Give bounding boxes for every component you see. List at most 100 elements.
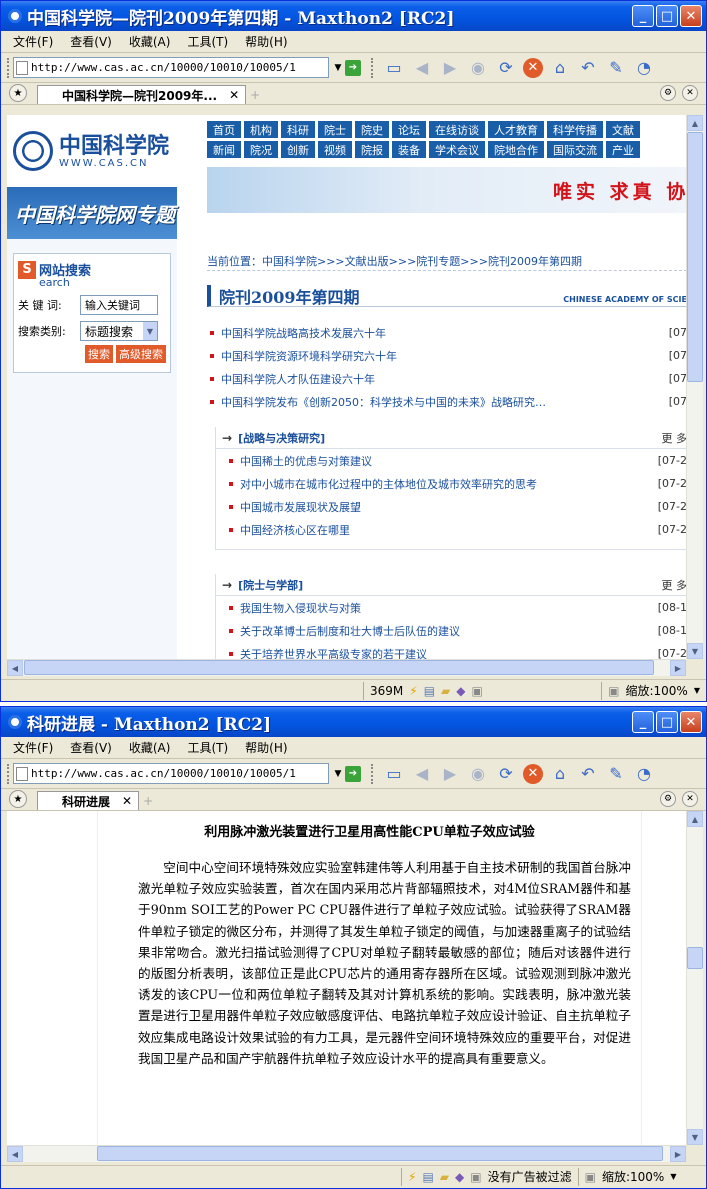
scroll-left-icon[interactable]: ◀ <box>7 1146 23 1162</box>
back-icon[interactable]: ◀ <box>411 57 433 79</box>
menu-help[interactable]: 帮助(H) <box>245 33 287 50</box>
forward-icon[interactable]: ▶ <box>439 763 461 785</box>
list-item[interactable]: 中国城市发展现状及展望 [07-2 <box>216 495 686 518</box>
history-icon[interactable]: ◉ <box>467 57 489 79</box>
scroll-right-icon[interactable]: ▶ <box>670 660 686 676</box>
more-link[interactable]: 更 多 <box>662 577 687 593</box>
nav-link[interactable]: 装备 <box>392 141 426 158</box>
category-select[interactable]: 标题搜索 ▼ <box>80 321 158 341</box>
nav-link[interactable]: 论坛 <box>392 121 426 138</box>
title-bar[interactable]: 中国科学院—院刊2009年第四期 - Maxthon2 [RC2] _ □ ✕ <box>1 1 706 31</box>
vertical-scrollbar[interactable]: ▲ ▼ <box>686 115 703 659</box>
nav-link[interactable]: 机构 <box>244 121 278 138</box>
nav-link[interactable]: 首页 <box>207 121 241 138</box>
advanced-search-button[interactable]: 高级搜索 <box>116 345 166 363</box>
maximize-button[interactable]: □ <box>656 711 678 733</box>
item-title[interactable]: 中国科学院战略高技术发展六十年 <box>221 325 386 341</box>
new-tab-icon[interactable]: + <box>143 794 153 808</box>
horizontal-scrollbar[interactable]: ◀ ▶ <box>7 1145 686 1162</box>
keyword-input[interactable]: 输入关键词 <box>80 295 158 315</box>
undo-close-icon[interactable]: ↶ <box>577 763 599 785</box>
item-title[interactable]: 中国稀土的优虑与对策建议 <box>240 453 372 469</box>
toolbar-grip[interactable] <box>7 57 10 78</box>
folder-icon[interactable]: ▰ <box>440 1170 449 1184</box>
scroll-thumb[interactable] <box>687 947 703 969</box>
item-title[interactable]: 中国科学院发布《创新2050：科学技术与中国的未来》战略研究… <box>221 394 546 410</box>
lightning-icon[interactable]: ⚡ <box>408 1170 416 1184</box>
scroll-up-icon[interactable]: ▲ <box>687 115 703 131</box>
minimize-button[interactable]: _ <box>632 711 654 733</box>
scroll-thumb[interactable] <box>687 132 703 382</box>
menu-tools[interactable]: 工具(T) <box>187 739 228 756</box>
clock-icon[interactable]: ◔ <box>633 57 655 79</box>
menu-file[interactable]: 文件(F) <box>13 739 53 756</box>
menu-view[interactable]: 查看(V) <box>70 739 112 756</box>
adblock-icon[interactable]: ▣ <box>470 1170 481 1184</box>
home-icon[interactable]: ⌂ <box>549 763 571 785</box>
scroll-thumb[interactable] <box>24 660 654 675</box>
list-item[interactable]: 中国经济核心区在哪里 [07-2 <box>216 518 686 541</box>
nav-link[interactable]: 新闻 <box>207 141 241 158</box>
menu-file[interactable]: 文件(F) <box>13 33 53 50</box>
lightning-icon[interactable]: ⚡ <box>409 684 417 698</box>
toolbar-grip[interactable] <box>371 57 374 78</box>
chevron-down-icon[interactable]: ▼ <box>670 1172 676 1181</box>
nav-link[interactable]: 学术会议 <box>429 141 485 158</box>
nav-link[interactable]: 院况 <box>244 141 278 158</box>
scroll-down-icon[interactable]: ▼ <box>687 1129 703 1145</box>
list-item[interactable]: 我国生物入侵现状与对策 [08-1 <box>216 596 686 619</box>
item-title[interactable]: 中国城市发展现状及展望 <box>240 499 361 515</box>
refresh-icon[interactable]: ⟳ <box>495 763 517 785</box>
search-button[interactable]: 搜索 <box>85 345 113 363</box>
toolbar-grip[interactable] <box>371 763 374 784</box>
address-input[interactable]: http://www.cas.ac.cn/10000/10010/10005/1 <box>13 57 329 78</box>
menu-help[interactable]: 帮助(H) <box>245 739 287 756</box>
stop-icon[interactable]: ✕ <box>523 763 543 784</box>
item-title[interactable]: 关于改革博士后制度和壮大博士后队伍的建议 <box>240 623 460 639</box>
list-item[interactable]: 中国稀土的优虑与对策建议 [07-2 <box>216 449 686 472</box>
scroll-left-icon[interactable]: ◀ <box>7 660 23 676</box>
nav-link[interactable]: 在线访谈 <box>429 121 485 138</box>
zoom-control[interactable]: ▣ 缩放:100% ▼ <box>601 681 706 700</box>
shield-icon[interactable]: ◆ <box>455 1170 464 1184</box>
toolbar-grip[interactable] <box>7 763 10 784</box>
go-button[interactable]: ➔ <box>345 59 361 76</box>
list-item[interactable]: 关于培养世界水平高级专家的若干建议 [07-2 <box>216 642 686 659</box>
close-button[interactable]: ✕ <box>680 711 702 733</box>
nav-link[interactable]: 视频 <box>318 141 352 158</box>
address-dropdown-button[interactable]: ▼ <box>331 58 345 77</box>
more-link[interactable]: 更 多 <box>662 430 687 446</box>
close-all-icon[interactable]: ✕ <box>682 791 698 807</box>
magic-wand-icon[interactable]: ✎ <box>605 57 627 79</box>
refresh-icon[interactable]: ⟳ <box>495 57 517 79</box>
undo-close-icon[interactable]: ↶ <box>577 57 599 79</box>
item-title[interactable]: 中国科学院资源环境科学研究六十年 <box>221 348 397 364</box>
nav-link[interactable]: 创新 <box>281 141 315 158</box>
history-icon[interactable]: ◉ <box>467 763 489 785</box>
box-title[interactable]: [院士与学部] <box>238 577 303 593</box>
list-item[interactable]: 对中小城市在城市化过程中的主体地位及城市效率研究的思考 [07-2 <box>216 472 686 495</box>
folder-icon[interactable]: ▰ <box>441 684 450 698</box>
new-page-icon[interactable]: ▭ <box>383 763 405 785</box>
chevron-down-icon[interactable]: ▼ <box>694 686 700 695</box>
address-input[interactable]: http://www.cas.ac.cn/10000/10010/10005/1 <box>13 763 329 784</box>
list-item[interactable]: 关于改革博士后制度和壮大博士后队伍的建议 [08-1 <box>216 619 686 642</box>
printer-icon[interactable]: ▤ <box>422 1170 433 1184</box>
chevron-down-icon[interactable]: ▼ <box>143 322 157 340</box>
memory-indicator[interactable]: 369M ⚡ ▤ ▰ ◆ ▣ <box>363 681 489 700</box>
wrench-icon[interactable]: ⚙ <box>660 791 676 807</box>
horizontal-scrollbar[interactable]: ◀ ▶ <box>7 659 686 676</box>
tab-close-icon[interactable]: ✕ <box>122 794 132 808</box>
tab-close-icon[interactable]: ✕ <box>229 88 239 102</box>
printer-icon[interactable]: ▤ <box>424 684 435 698</box>
window-icon[interactable]: ▣ <box>472 684 483 698</box>
stop-icon[interactable]: ✕ <box>523 57 543 78</box>
item-title[interactable]: 中国经济核心区在哪里 <box>240 522 350 538</box>
menu-view[interactable]: 查看(V) <box>70 33 112 50</box>
forward-icon[interactable]: ▶ <box>439 57 461 79</box>
back-icon[interactable]: ◀ <box>411 763 433 785</box>
magic-wand-icon[interactable]: ✎ <box>605 763 627 785</box>
list-item[interactable]: 中国科学院发布《创新2050：科学技术与中国的未来》战略研究… [07 <box>207 390 686 413</box>
nav-link[interactable]: 院士 <box>318 121 352 138</box>
item-title[interactable]: 中国科学院人才队伍建设六十年 <box>221 371 375 387</box>
